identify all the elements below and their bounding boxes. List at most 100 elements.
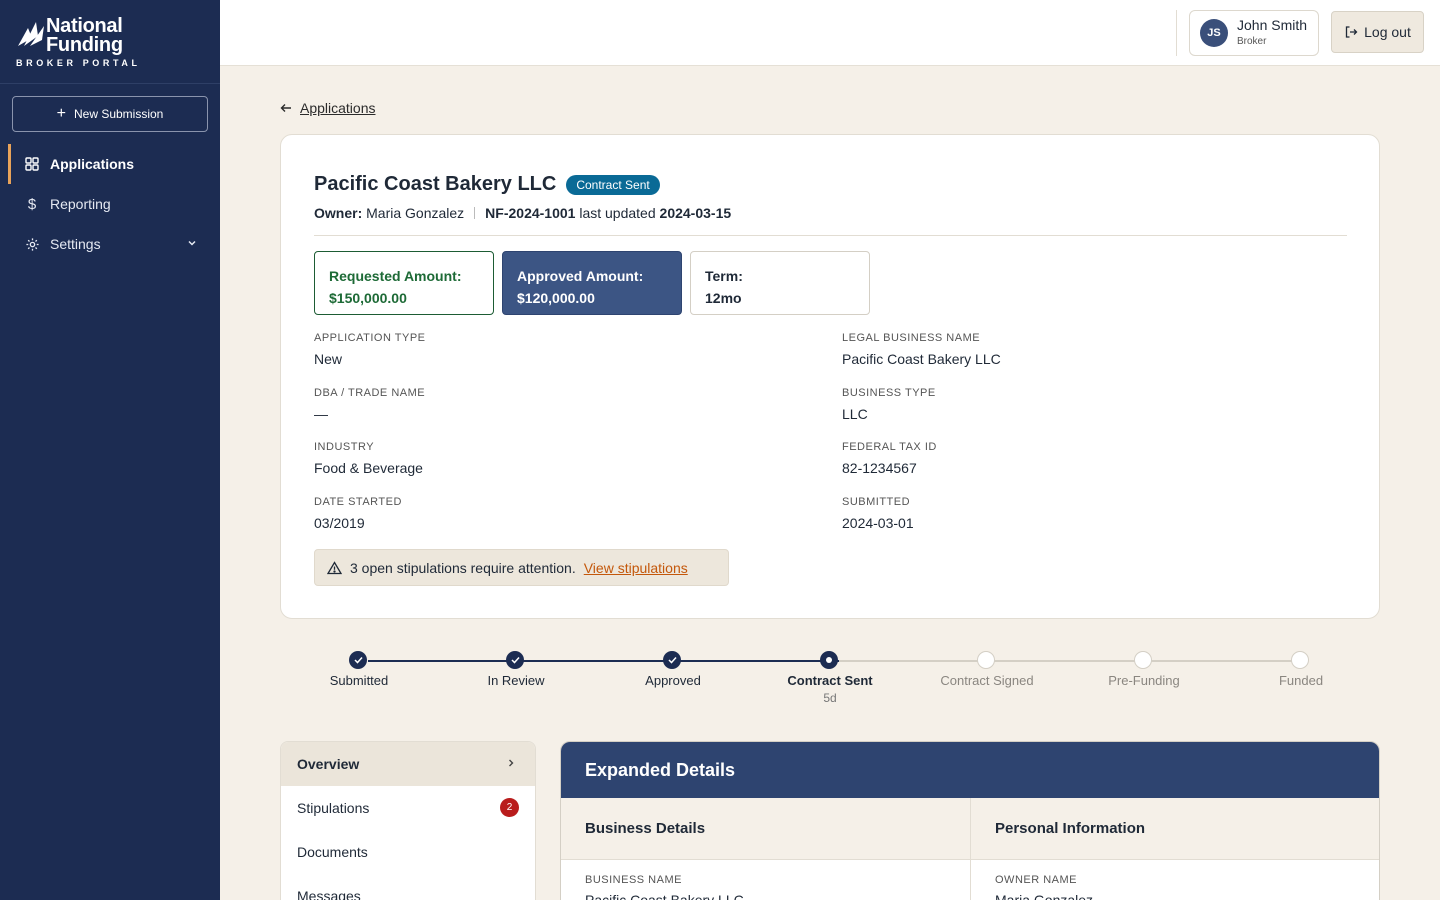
business-details-column: Business Details BUSINESS NAME Pacific C… — [561, 798, 970, 900]
application-id: NF-2024-1001 — [485, 205, 576, 221]
plus-icon: + — [56, 105, 66, 122]
user-role: Broker — [1237, 36, 1267, 47]
back-link[interactable]: Applications — [280, 100, 376, 116]
warning-icon — [327, 560, 342, 574]
personal-info-heading: Personal Information — [971, 798, 1379, 860]
step-label: Approved — [645, 673, 701, 688]
field-label: FEDERAL TAX ID — [842, 441, 937, 453]
field-label: LEGAL BUSINESS NAME — [842, 332, 981, 344]
sidebar-item-label: Applications — [50, 156, 135, 172]
owner-name: Maria Gonzalez — [366, 205, 465, 221]
field-value: — — [314, 406, 328, 422]
new-submission-button[interactable]: + New Submission — [12, 96, 208, 132]
sidebar-item-applications[interactable]: Applications — [0, 144, 220, 184]
meta-separator — [474, 207, 476, 219]
field-value: Pacific Coast Bakery LLC — [842, 351, 1001, 367]
tab-messages[interactable]: Messages — [281, 874, 535, 900]
application-card: Pacific Coast Bakery LLC Contract Sent O… — [280, 134, 1380, 619]
tab-stipulations[interactable]: Stipulations 2 — [281, 786, 535, 830]
term-label: Term: — [705, 268, 743, 284]
field-label: SUBMITTED — [842, 496, 911, 508]
field-label: OWNER NAME — [995, 874, 1077, 886]
business-details-heading: Business Details — [561, 798, 970, 860]
page-title: Pacific Coast Bakery LLC — [314, 173, 557, 195]
sidebar-item-label: Settings — [50, 236, 101, 252]
card-divider — [314, 235, 1347, 236]
field-label: BUSINESS TYPE — [842, 387, 936, 399]
logout-button[interactable]: Log out — [1331, 11, 1424, 53]
requested-amount-label: Requested Amount: — [329, 268, 462, 284]
view-stipulations-link[interactable]: View stipulations — [584, 560, 688, 576]
field-value: New — [314, 351, 343, 367]
field-federal-tax-id: FEDERAL TAX ID 82-1234567 — [842, 441, 937, 476]
field-value: 2024-03-01 — [842, 515, 914, 531]
check-icon — [506, 651, 524, 669]
meta-row: Owner: Maria Gonzalez NF-2024-1001 last … — [314, 205, 731, 221]
pending-step-icon — [1291, 651, 1309, 669]
top-bar: JS John Smith Broker Log out — [220, 0, 1440, 66]
expanded-details-panel: Expanded Details Business Details BUSINE… — [560, 741, 1380, 900]
step-label: Funded — [1278, 673, 1324, 688]
chevron-down-icon[interactable] — [186, 237, 198, 249]
field-date-started: DATE STARTED 03/2019 — [314, 496, 402, 531]
step-label: Contract Signed — [940, 673, 1034, 688]
stepper-line-complete — [368, 660, 839, 662]
step-label: Pre-Funding — [1108, 673, 1180, 688]
brand-subtitle: BROKER PORTAL — [16, 58, 141, 68]
field-legal-business-name: LEGAL BUSINESS NAME Pacific Coast Bakery… — [842, 332, 1001, 367]
approved-amount-value: $120,000.00 — [517, 290, 595, 306]
avatar: JS — [1200, 19, 1228, 47]
user-info: John Smith Broker — [1237, 17, 1307, 49]
field-value: 82-1234567 — [842, 460, 917, 476]
tab-overview[interactable]: Overview — [281, 742, 535, 786]
user-name: John Smith — [1237, 17, 1308, 33]
field-application-type: APPLICATION TYPE New — [314, 332, 426, 367]
alert-text: 3 open stipulations require attention. — [350, 559, 576, 576]
tab-label: Documents — [297, 844, 368, 860]
term-box: Term: 12mo — [690, 251, 870, 315]
sidebar: National Funding BROKER PORTAL + New Sub… — [0, 0, 220, 900]
requested-amount-box: Requested Amount: $150,000.00 — [314, 251, 494, 315]
approved-amount-box: Approved Amount: $120,000.00 — [502, 251, 682, 315]
sidebar-nav: Applications $ Reporting Settings — [0, 144, 220, 264]
field-label: DATE STARTED — [314, 496, 402, 508]
step-label: Contract Sent — [787, 673, 873, 688]
field-label: APPLICATION TYPE — [314, 332, 426, 344]
field-value: 03/2019 — [314, 515, 365, 531]
sidebar-item-settings[interactable]: Settings — [0, 224, 220, 264]
pending-step-icon — [1134, 651, 1152, 669]
chevron-right-icon — [509, 759, 514, 767]
tab-label: Stipulations — [297, 800, 370, 816]
dollar-icon: $ — [27, 195, 37, 213]
tab-label: Overview — [297, 756, 360, 772]
approved-amount-label: Approved Amount: — [517, 268, 644, 284]
stepper-line-pending — [839, 660, 1301, 662]
step-label: Submitted — [329, 673, 389, 688]
field-value: LLC — [842, 406, 868, 422]
step-label: In Review — [487, 673, 545, 688]
personal-info-column: Personal Information OWNER NAME Maria Go… — [970, 798, 1379, 900]
field-value: Pacific Coast Bakery LLC — [585, 892, 744, 900]
sidebar-item-reporting[interactable]: $ Reporting — [0, 184, 220, 224]
updated-date: 2024-03-15 — [659, 205, 732, 221]
field-label: INDUSTRY — [314, 441, 375, 453]
field-submitted: SUBMITTED 2024-03-01 — [842, 496, 914, 531]
field-label: DBA / TRADE NAME — [314, 387, 426, 399]
expanded-details-columns: Business Details BUSINESS NAME Pacific C… — [561, 798, 1379, 900]
stipulations-count-badge: 2 — [500, 798, 519, 817]
tab-documents[interactable]: Documents — [281, 830, 535, 874]
tab-label: Messages — [297, 888, 361, 900]
header-divider — [1176, 10, 1177, 56]
logout-label: Log out — [1364, 24, 1411, 40]
grid-icon — [24, 156, 40, 172]
brand-name-line2: Funding — [46, 34, 123, 56]
requested-amount-value: $150,000.00 — [329, 290, 407, 306]
user-menu[interactable]: JS John Smith Broker — [1189, 10, 1319, 56]
field-value: Maria Gonzalez — [995, 892, 1094, 900]
title-row: Pacific Coast Bakery LLC Contract Sent — [314, 173, 660, 196]
brand-logo[interactable]: National Funding BROKER PORTAL — [0, 0, 220, 84]
new-submission-label: New Submission — [73, 107, 164, 121]
status-stepper: Submitted In Review Approved Contract Se… — [330, 650, 1323, 710]
step-duration: 5d — [823, 691, 837, 705]
owner-name-field: OWNER NAME Maria Gonzalez — [971, 860, 1379, 900]
